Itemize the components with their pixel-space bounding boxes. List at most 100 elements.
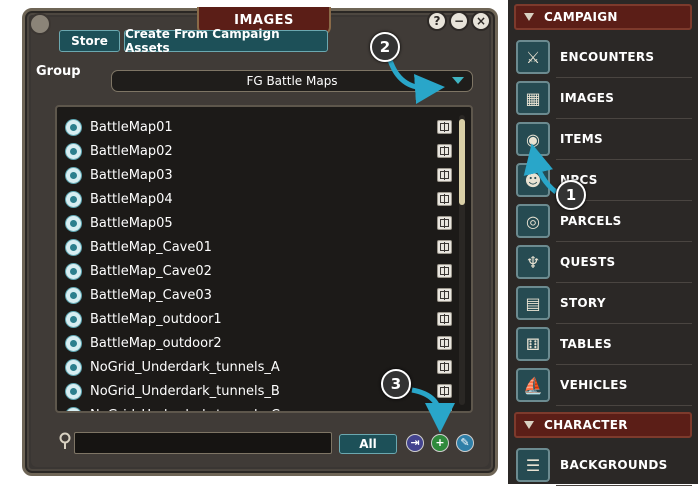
open-book-icon[interactable] bbox=[437, 312, 452, 326]
sidebar-item-label: ENCOUNTERS bbox=[560, 50, 655, 64]
open-book-icon[interactable] bbox=[437, 264, 452, 278]
list-item[interactable]: BattleMap05 bbox=[65, 212, 457, 234]
sidebar-item-parcels[interactable]: ◎ PARCELS bbox=[512, 202, 694, 240]
open-book-icon[interactable] bbox=[437, 192, 452, 206]
sidebar-divider bbox=[556, 241, 692, 242]
sidebar-item-label: QUESTS bbox=[560, 255, 616, 269]
sidebar-item-quests[interactable]: ♆ QUESTS bbox=[512, 243, 694, 281]
image-asset-icon bbox=[65, 286, 82, 304]
list-item[interactable]: BattleMap_Cave03 bbox=[65, 284, 457, 306]
minimize-button[interactable]: − bbox=[449, 11, 469, 31]
list-item-label: BattleMap_outdoor2 bbox=[90, 335, 222, 351]
items-icon: ◉ bbox=[516, 122, 550, 156]
sidebar-item-npcs[interactable]: ☻ NPCS bbox=[512, 161, 694, 199]
list-item[interactable]: BattleMap_outdoor2 bbox=[65, 332, 457, 354]
sidebar-item-label: TABLES bbox=[560, 337, 612, 351]
npcs-icon: ☻ bbox=[516, 163, 550, 197]
image-asset-icon bbox=[65, 238, 82, 256]
sidebar-divider bbox=[556, 405, 692, 406]
open-book-icon[interactable] bbox=[437, 384, 452, 398]
close-button[interactable]: × bbox=[471, 11, 491, 31]
sidebar-item-images[interactable]: ▦ IMAGES bbox=[512, 79, 694, 117]
campaign-section-header[interactable]: CAMPAIGN bbox=[514, 4, 692, 30]
image-asset-icon bbox=[65, 214, 82, 232]
image-asset-icon bbox=[65, 382, 82, 400]
add-button[interactable]: + bbox=[431, 434, 449, 452]
sidebar-item-tables[interactable]: ⚅ TABLES bbox=[512, 325, 694, 363]
open-book-icon[interactable] bbox=[437, 360, 452, 374]
open-book-icon[interactable] bbox=[437, 120, 452, 134]
list-item[interactable]: BattleMap04 bbox=[65, 188, 457, 210]
sidebar-item-story[interactable]: ▤ STORY bbox=[512, 284, 694, 322]
list-item[interactable]: BattleMap01 bbox=[65, 116, 457, 138]
list-item[interactable]: BattleMap_Cave02 bbox=[65, 260, 457, 282]
help-button[interactable]: ? bbox=[427, 11, 447, 31]
sidebar-item-label: STORY bbox=[560, 296, 606, 310]
sidebar-item-vehicles[interactable]: ⛵ VEHICLES bbox=[512, 366, 694, 404]
image-asset-icon bbox=[65, 358, 82, 376]
open-book-icon[interactable] bbox=[437, 408, 452, 411]
list-item-label: BattleMap03 bbox=[90, 167, 173, 183]
campaign-assets-button[interactable]: Create From Campaign Assets bbox=[124, 27, 328, 55]
sidebar-divider bbox=[556, 159, 692, 160]
image-list: BattleMap01 BattleMap02 BattleMap03 BattleM… bbox=[55, 105, 473, 413]
list-item[interactable]: BattleMap03 bbox=[65, 164, 457, 186]
open-book-icon[interactable] bbox=[437, 216, 452, 230]
sidebar-divider bbox=[556, 282, 692, 283]
list-item[interactable]: BattleMap_outdoor1 bbox=[65, 308, 457, 330]
list-item-label: NoGrid_Underdark_tunnels_C bbox=[90, 408, 457, 412]
list-item-label: BattleMap02 bbox=[90, 143, 173, 159]
image-asset-icon bbox=[65, 142, 82, 160]
sidebar-item-label: VEHICLES bbox=[560, 378, 628, 392]
sidebar-item-items[interactable]: ◉ ITEMS bbox=[512, 120, 694, 158]
scrollbar-thumb[interactable] bbox=[459, 119, 465, 205]
sidebar-item-encounters[interactable]: ⚔ ENCOUNTERS bbox=[512, 38, 694, 76]
open-book-icon[interactable] bbox=[437, 288, 452, 302]
quests-icon: ♆ bbox=[516, 245, 550, 279]
list-item-label: BattleMap_Cave02 bbox=[90, 263, 212, 279]
search-icon bbox=[58, 432, 72, 450]
story-icon: ▤ bbox=[516, 286, 550, 320]
encounters-icon: ⚔ bbox=[516, 40, 550, 74]
sidebar-divider bbox=[556, 364, 692, 365]
window-knob-icon bbox=[29, 13, 51, 35]
list-item[interactable]: BattleMap02 bbox=[65, 140, 457, 162]
backgrounds-icon: ☰ bbox=[516, 448, 550, 482]
image-asset-icon bbox=[65, 310, 82, 328]
sidebar-item-label: ITEMS bbox=[560, 132, 603, 146]
sidebar-divider bbox=[556, 323, 692, 324]
collapse-triangle-icon bbox=[524, 421, 534, 429]
group-select[interactable]: FG Battle Maps bbox=[111, 70, 473, 92]
dropdown-caret-icon[interactable] bbox=[452, 77, 464, 84]
list-item-label: BattleMap_Cave03 bbox=[90, 287, 212, 303]
image-asset-icon bbox=[65, 166, 82, 184]
tables-icon: ⚅ bbox=[516, 327, 550, 361]
parcels-icon: ◎ bbox=[516, 204, 550, 238]
window-controls: ? − × bbox=[427, 11, 491, 31]
list-item[interactable]: NoGrid_Underdark_tunnels_C bbox=[65, 404, 457, 412]
open-book-icon[interactable] bbox=[437, 144, 452, 158]
callout-2: 2 bbox=[370, 32, 400, 62]
open-book-icon[interactable] bbox=[437, 240, 452, 254]
open-book-icon[interactable] bbox=[437, 168, 452, 182]
group-label: Group bbox=[36, 64, 81, 79]
edit-button[interactable]: ✎ bbox=[456, 434, 474, 452]
sidebar-item-label: PARCELS bbox=[560, 214, 622, 228]
images-icon: ▦ bbox=[516, 81, 550, 115]
image-asset-icon bbox=[65, 406, 82, 411]
store-button[interactable]: Store bbox=[59, 30, 120, 52]
group-select-value: FG Battle Maps bbox=[246, 74, 338, 88]
open-book-icon[interactable] bbox=[437, 336, 452, 350]
image-asset-icon bbox=[65, 334, 82, 352]
filter-all-button[interactable]: All bbox=[339, 434, 397, 454]
character-section-header[interactable]: CHARACTER bbox=[514, 412, 692, 438]
sidebar: CAMPAIGN ⚔ ENCOUNTERS ▦ IMAGES ◉ ITEMS ☻ NPCS ◎ P… bbox=[508, 0, 698, 486]
sidebar-divider bbox=[556, 118, 692, 119]
image-asset-icon bbox=[65, 262, 82, 280]
list-item[interactable]: BattleMap_Cave01 bbox=[65, 236, 457, 258]
search-input[interactable] bbox=[74, 432, 332, 454]
import-button[interactable]: ⇥ bbox=[406, 434, 424, 452]
sidebar-item-label: IMAGES bbox=[560, 91, 615, 105]
sidebar-item-backgrounds[interactable]: ☰ BACKGROUNDS bbox=[512, 446, 694, 484]
list-item-label: BattleMap05 bbox=[90, 215, 173, 231]
